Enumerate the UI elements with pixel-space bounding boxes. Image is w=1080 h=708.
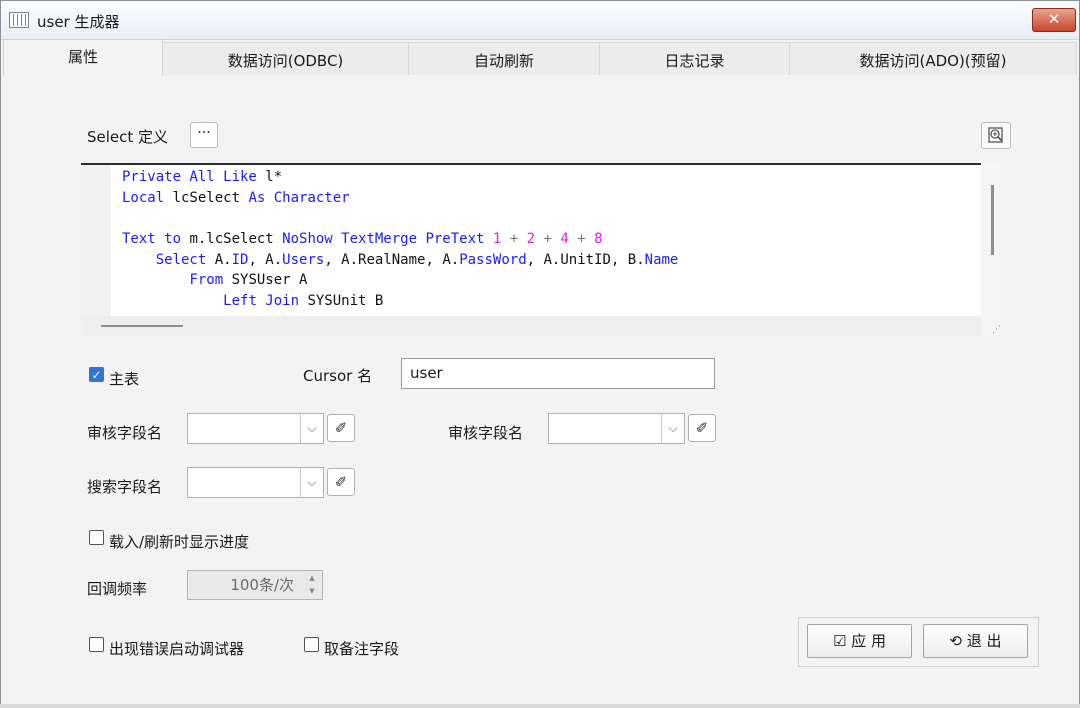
search-field-label: 搜索字段名 (87, 478, 163, 496)
audit-field-select-1[interactable]: ⌵ (187, 413, 324, 444)
code-token: NoShow TextMerge PreText (282, 231, 493, 248)
code-token: , A.RealName, A. (324, 251, 460, 268)
vertical-scroll-thumb[interactable] (991, 185, 994, 255)
zoom-button[interactable] (981, 122, 1011, 149)
code-token: From (189, 272, 232, 289)
main-table-label: 主表 (109, 370, 140, 388)
show-progress-checkbox[interactable] (89, 530, 104, 545)
callback-frequency-spinner[interactable]: 100条/次 ▲ ▼ (187, 570, 323, 600)
code-token: l* (265, 169, 283, 185)
spin-up-icon[interactable]: ▲ (304, 572, 320, 585)
code-line: Text to m.lcSelect NoShow TextMerge PreT… (122, 229, 678, 250)
ellipsis-icon: ··· (197, 125, 211, 141)
code-token: SYSUser A (231, 272, 308, 289)
exit-button[interactable]: ⟲ 退 出 (923, 624, 1028, 658)
callback-frequency-label: 回调频率 (87, 580, 148, 598)
editor-gutter (81, 165, 111, 316)
code-token: Private All Like (122, 169, 266, 185)
code-token: PassWord (459, 251, 527, 268)
show-progress-label: 载入/刷新时显示进度 (109, 533, 250, 551)
code-line: Private All Like l* (122, 167, 678, 188)
chevron-down-icon[interactable]: ⌵ (300, 414, 323, 443)
power-arrow-icon: ⟲ (949, 632, 962, 650)
sql-code-editor[interactable]: Private All Like l* Local lcSelect As Cha… (81, 163, 981, 316)
code-token: ID (231, 251, 249, 268)
tab-properties[interactable]: 属性 (3, 39, 163, 76)
audit-field-clear-button-2[interactable]: ✐ (688, 414, 716, 442)
callback-frequency-value: 100条/次 (230, 576, 294, 594)
generator-window: user 生成器 ✕ 属性 数据访问(ODBC) 自动刷新 日志记录 数据访问(… (0, 0, 1080, 708)
code-token: , A.UnitID, B. (526, 251, 645, 268)
tab-logging[interactable]: 日志记录 (599, 42, 790, 75)
broom-icon: ✐ (334, 473, 348, 491)
apply-button-label: 应 用 (851, 632, 886, 650)
bottom-border (0, 704, 1080, 708)
tab-data-access-ado[interactable]: 数据访问(ADO)(预留) (789, 42, 1077, 75)
code-line: From SYSUser A (122, 270, 678, 291)
audit-field-clear-button-1[interactable]: ✐ (327, 414, 355, 442)
remark-field-label: 取备注字段 (324, 640, 400, 658)
code-token: + (535, 231, 561, 248)
code-token: Name (644, 251, 679, 268)
debugger-label: 出现错误启动调试器 (109, 640, 245, 658)
code-token: Users (282, 251, 325, 268)
close-button[interactable]: ✕ (1032, 8, 1076, 32)
code-token: , A. (248, 251, 283, 268)
cursor-name-input[interactable]: user (401, 358, 715, 389)
code-token: lcSelect (172, 189, 249, 206)
code-token: 4 (560, 231, 569, 248)
code-token: SYSUnit B (307, 293, 384, 310)
audit-field-label-2: 审核字段名 (448, 424, 524, 442)
select-definition-label: Select 定义 (87, 128, 169, 146)
code-line: Select A.ID, A.Users, A.RealName, A.Pass… (122, 250, 679, 271)
checklist-icon: ☑ (832, 632, 847, 650)
code-token: m.lcSelect (189, 231, 283, 248)
chevron-down-icon[interactable]: ⌵ (661, 414, 684, 443)
code-token: Left Join (223, 293, 308, 310)
main-table-checkbox[interactable]: ✓ (89, 367, 104, 382)
broom-icon: ✐ (695, 419, 709, 437)
audit-field-select-2[interactable]: ⌵ (548, 413, 685, 444)
code-token: + (568, 231, 595, 248)
search-field-clear-button[interactable]: ✐ (327, 468, 355, 496)
code-line: Local lcSelect As Character (122, 188, 678, 209)
resize-grip-icon[interactable]: ⋰ (981, 316, 1001, 336)
close-icon: ✕ (1047, 10, 1061, 28)
zoom-in-icon (988, 127, 1003, 143)
debugger-checkbox[interactable] (89, 637, 104, 652)
grid-window-icon (9, 12, 29, 28)
search-field-select[interactable]: ⌵ (187, 467, 324, 498)
cursor-name-label: Cursor 名 (303, 367, 373, 385)
horizontal-scrollbar[interactable] (81, 316, 981, 336)
apply-button[interactable]: ☑ 应 用 (807, 624, 912, 658)
code-token: + (501, 231, 527, 248)
tab-auto-refresh[interactable]: 自动刷新 (408, 42, 600, 75)
code-text: Private All Like l* Local lcSelect As Cha… (122, 167, 678, 312)
code-token: Select (155, 251, 215, 268)
code-line: Left Join SYSUnit B (122, 291, 678, 312)
tab-bar: 属性 数据访问(ODBC) 自动刷新 日志记录 数据访问(ADO)(预留) (1, 39, 1079, 76)
audit-field-label-1: 审核字段名 (87, 424, 163, 442)
title-bar: user 生成器 ✕ (1, 1, 1079, 40)
check-icon: ✓ (91, 368, 102, 382)
chevron-down-icon[interactable]: ⌵ (300, 468, 323, 497)
horizontal-scroll-thumb[interactable] (101, 325, 183, 327)
remark-field-checkbox[interactable] (304, 637, 319, 652)
more-options-button[interactable]: ··· (190, 122, 218, 148)
tab-data-access-odbc[interactable]: 数据访问(ODBC) (162, 42, 409, 75)
spin-down-icon[interactable]: ▼ (304, 585, 320, 598)
code-token: A. (214, 251, 232, 268)
code-token: Text to (122, 231, 190, 248)
code-token: 8 (594, 231, 603, 248)
exit-button-label: 退 出 (966, 632, 1002, 650)
code-token: Local (122, 189, 173, 206)
window-title: user 生成器 (37, 13, 120, 31)
code-token: 2 (526, 231, 536, 248)
code-token: As Character (248, 189, 350, 206)
broom-icon: ✐ (334, 419, 348, 437)
